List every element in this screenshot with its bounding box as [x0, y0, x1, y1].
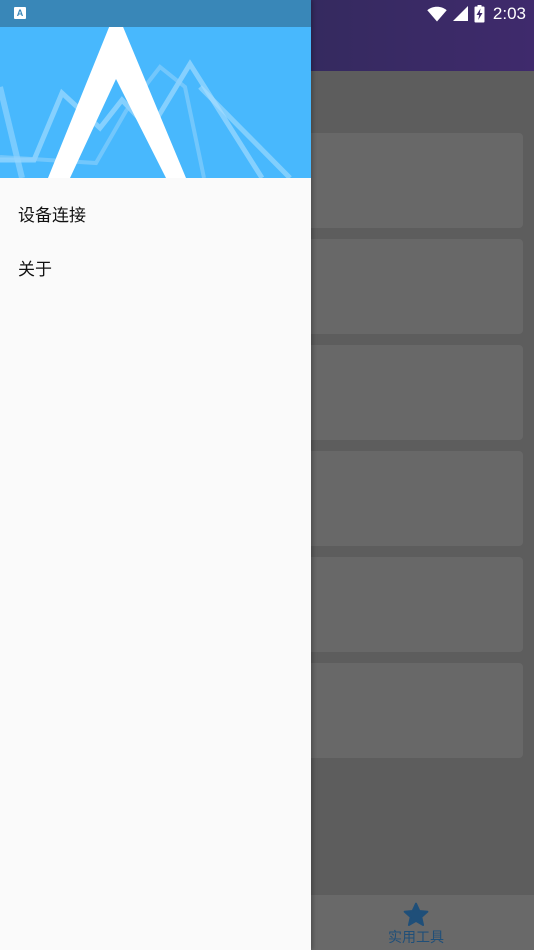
status-time: 2:03: [492, 3, 526, 23]
menu-item-label: 关于: [18, 259, 52, 280]
signal-icon: [452, 6, 468, 21]
tool-card: [300, 557, 523, 652]
menu-item-label: 设备连接: [18, 205, 86, 226]
tool-card: [300, 239, 523, 334]
tool-card: [300, 663, 523, 758]
tool-card: [300, 133, 523, 228]
drawer-header: [0, 27, 311, 178]
battery-charging-icon: [474, 4, 485, 22]
tool-card: [300, 345, 523, 440]
menu-item-device-connection[interactable]: 设备连接: [0, 186, 311, 240]
tool-card: [300, 451, 523, 546]
app-logo-banner: [0, 27, 311, 178]
status-bar-drawer-section: [0, 0, 311, 27]
notification-icon-letter: A: [16, 7, 24, 18]
status-icons: 2:03: [427, 0, 526, 27]
menu-item-about[interactable]: 关于: [0, 240, 311, 294]
star-icon: [403, 902, 429, 926]
app-notification-icon: A: [14, 7, 26, 19]
drawer-menu: 设备连接 关于: [0, 186, 311, 294]
navigation-drawer: 设备连接 关于: [0, 0, 311, 950]
status-bar: A 2:03: [0, 0, 534, 27]
wifi-icon: [427, 6, 447, 21]
tab-tools[interactable]: 实用工具: [366, 895, 466, 950]
tab-tools-label: 实用工具: [388, 929, 444, 946]
